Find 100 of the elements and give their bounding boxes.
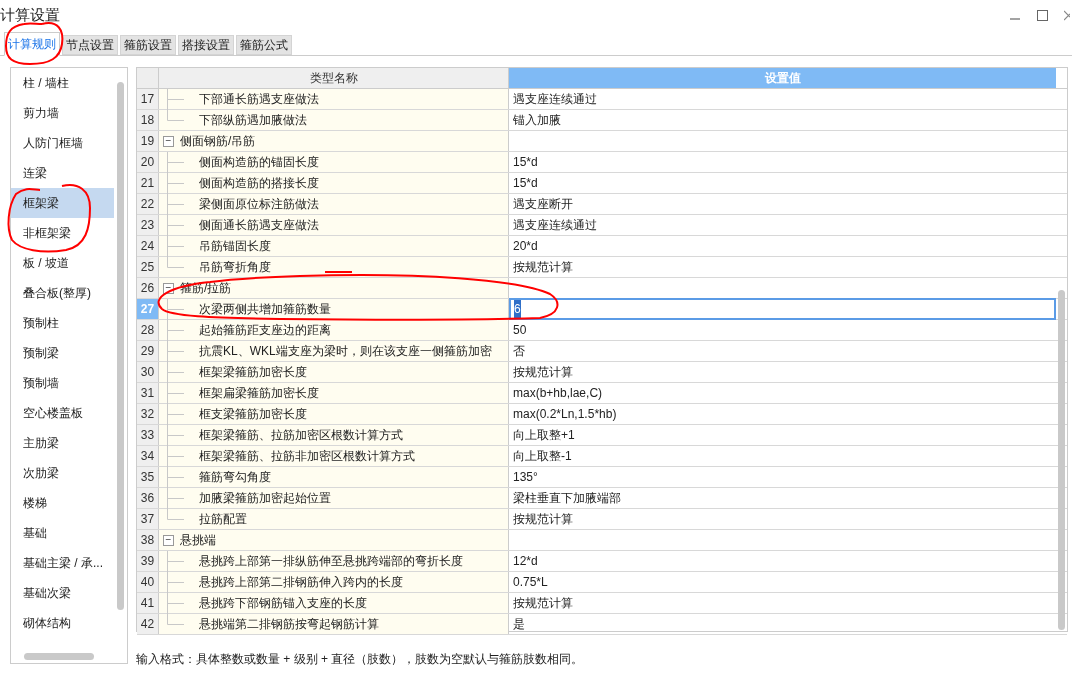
column-header: 设置值 <box>509 68 1056 88</box>
category-item[interactable]: 砌体结构 <box>11 608 114 638</box>
setting-name: 侧面钢筋/吊筋 <box>180 133 256 150</box>
row-number[interactable]: 41 <box>137 593 159 613</box>
category-item[interactable]: 次肋梁 <box>11 458 114 488</box>
row-number[interactable]: 33 <box>137 425 159 445</box>
setting-name: 抗震KL、WKL端支座为梁时，则在该支座一侧箍筋加密 <box>199 343 492 360</box>
category-item[interactable]: 叠合板(整厚) <box>11 278 114 308</box>
row-number[interactable]: 40 <box>137 572 159 592</box>
category-item[interactable]: 空心楼盖板 <box>11 398 114 428</box>
window-title: 计算设置 <box>0 4 60 25</box>
category-item[interactable]: 剪力墙 <box>11 98 114 128</box>
setting-value: 梁柱垂直下加腋端部 <box>513 490 621 507</box>
setting-name: 悬挑跨上部第二排钢筋伸入跨内的长度 <box>199 574 403 591</box>
setting-name: 悬挑跨上部第一排纵筋伸至悬挑跨端部的弯折长度 <box>199 553 463 570</box>
setting-name: 次梁两侧共增加箍筋数量 <box>199 301 331 318</box>
setting-value: 遇支座连续通过 <box>513 91 597 108</box>
setting-name: 下部纵筋遇加腋做法 <box>199 112 307 129</box>
setting-name: 悬挑跨下部钢筋锚入支座的长度 <box>199 595 367 612</box>
setting-name: 侧面构造筋的搭接长度 <box>199 175 319 192</box>
scrollbar[interactable] <box>1058 290 1065 630</box>
tab[interactable]: 箍筋公式 <box>236 35 292 55</box>
setting-value: 否 <box>513 343 525 360</box>
row-number[interactable]: 17 <box>137 89 159 109</box>
row-number[interactable]: 24 <box>137 236 159 256</box>
value-input[interactable]: 6 <box>509 298 1056 320</box>
row-number[interactable]: 22 <box>137 194 159 214</box>
row-number[interactable]: 28 <box>137 320 159 340</box>
setting-value: 按规范计算 <box>513 259 573 276</box>
setting-value: 0.75*L <box>513 574 548 591</box>
collapse-toggle[interactable]: − <box>163 135 174 147</box>
row-number[interactable]: 38 <box>137 530 159 550</box>
row-number[interactable]: 32 <box>137 404 159 424</box>
row-number[interactable]: 30 <box>137 362 159 382</box>
close-icon[interactable] <box>1064 9 1070 21</box>
tab[interactable]: 计算规则 <box>4 32 60 56</box>
setting-name: 侧面通长筋遇支座做法 <box>199 217 319 234</box>
horizontal-scrollbar[interactable] <box>24 653 94 660</box>
row-number[interactable]: 34 <box>137 446 159 466</box>
row-number[interactable]: 21 <box>137 173 159 193</box>
setting-value: 12*d <box>513 553 538 570</box>
setting-name: 框架扁梁箍筋加密长度 <box>199 385 319 402</box>
setting-value: 遇支座断开 <box>513 196 573 213</box>
row-number[interactable]: 26 <box>137 278 159 298</box>
setting-name: 箍筋弯勾角度 <box>199 469 271 486</box>
setting-name: 梁侧面原位标注筋做法 <box>199 196 319 213</box>
row-number[interactable]: 18 <box>137 110 159 130</box>
row-number[interactable]: 37 <box>137 509 159 529</box>
row-number[interactable]: 35 <box>137 467 159 487</box>
setting-name: 框支梁箍筋加密长度 <box>199 406 307 423</box>
category-item[interactable]: 人防门框墙 <box>11 128 114 158</box>
tab[interactable]: 箍筋设置 <box>120 35 176 55</box>
setting-name: 加腋梁箍筋加密起始位置 <box>199 490 331 507</box>
row-number[interactable]: 36 <box>137 488 159 508</box>
category-item[interactable]: 柱 / 墙柱 <box>11 68 114 98</box>
setting-value: 向上取整-1 <box>513 448 572 465</box>
maximize-icon[interactable] <box>1037 9 1048 21</box>
category-item[interactable]: 基础 <box>11 518 114 548</box>
category-item[interactable]: 预制梁 <box>11 338 114 368</box>
category-item[interactable]: 非框架梁 <box>11 218 114 248</box>
category-item[interactable]: 框架梁 <box>11 188 114 218</box>
setting-name: 侧面构造筋的锚固长度 <box>199 154 319 171</box>
category-item[interactable]: 预制墙 <box>11 368 114 398</box>
setting-value: 向上取整+1 <box>513 427 575 444</box>
row-number[interactable]: 19 <box>137 131 159 151</box>
setting-value: 按规范计算 <box>513 364 573 381</box>
category-item[interactable]: 基础次梁 <box>11 578 114 608</box>
setting-name: 框架梁箍筋、拉筋非加密区根数计算方式 <box>199 448 415 465</box>
setting-name: 框架梁箍筋、拉筋加密区根数计算方式 <box>199 427 403 444</box>
category-item[interactable]: 板 / 坡道 <box>11 248 114 278</box>
setting-value: max(b+hb,lae,C) <box>513 385 603 402</box>
setting-name: 悬挑端第二排钢筋按弯起钢筋计算 <box>199 616 379 633</box>
row-number[interactable]: 42 <box>137 614 159 634</box>
tab[interactable]: 节点设置 <box>62 35 118 55</box>
scrollbar[interactable] <box>117 82 124 610</box>
collapse-toggle[interactable]: − <box>163 282 174 294</box>
collapse-toggle[interactable]: − <box>163 534 174 546</box>
row-number[interactable]: 39 <box>137 551 159 571</box>
row-number[interactable]: 20 <box>137 152 159 172</box>
category-item[interactable]: 预制柱 <box>11 308 114 338</box>
category-item[interactable]: 连梁 <box>11 158 114 188</box>
category-item[interactable]: 楼梯 <box>11 488 114 518</box>
setting-value: 15*d <box>513 154 538 171</box>
row-number[interactable]: 31 <box>137 383 159 403</box>
setting-name: 拉筋配置 <box>199 511 247 528</box>
input-hint: 输入格式：具体整数或数量 + 级别 + 直径（肢数），肢数为空默认与箍筋肢数相同。 <box>136 651 585 668</box>
category-item[interactable]: 主肋梁 <box>11 428 114 458</box>
category-item[interactable]: 基础主梁 / 承... <box>11 548 114 578</box>
setting-name: 下部通长筋遇支座做法 <box>199 91 319 108</box>
row-number[interactable]: 29 <box>137 341 159 361</box>
setting-value: 135° <box>513 469 538 486</box>
setting-name: 吊筋锚固长度 <box>199 238 271 255</box>
column-header: 类型名称 <box>159 68 509 88</box>
tab[interactable]: 搭接设置 <box>178 35 234 55</box>
setting-name: 起始箍筋距支座边的距离 <box>199 322 331 339</box>
row-number[interactable]: 25 <box>137 257 159 277</box>
setting-name: 吊筋弯折角度 <box>199 259 271 276</box>
setting-value: 15*d <box>513 175 538 192</box>
setting-value: 按规范计算 <box>513 511 573 528</box>
row-number[interactable]: 23 <box>137 215 159 235</box>
